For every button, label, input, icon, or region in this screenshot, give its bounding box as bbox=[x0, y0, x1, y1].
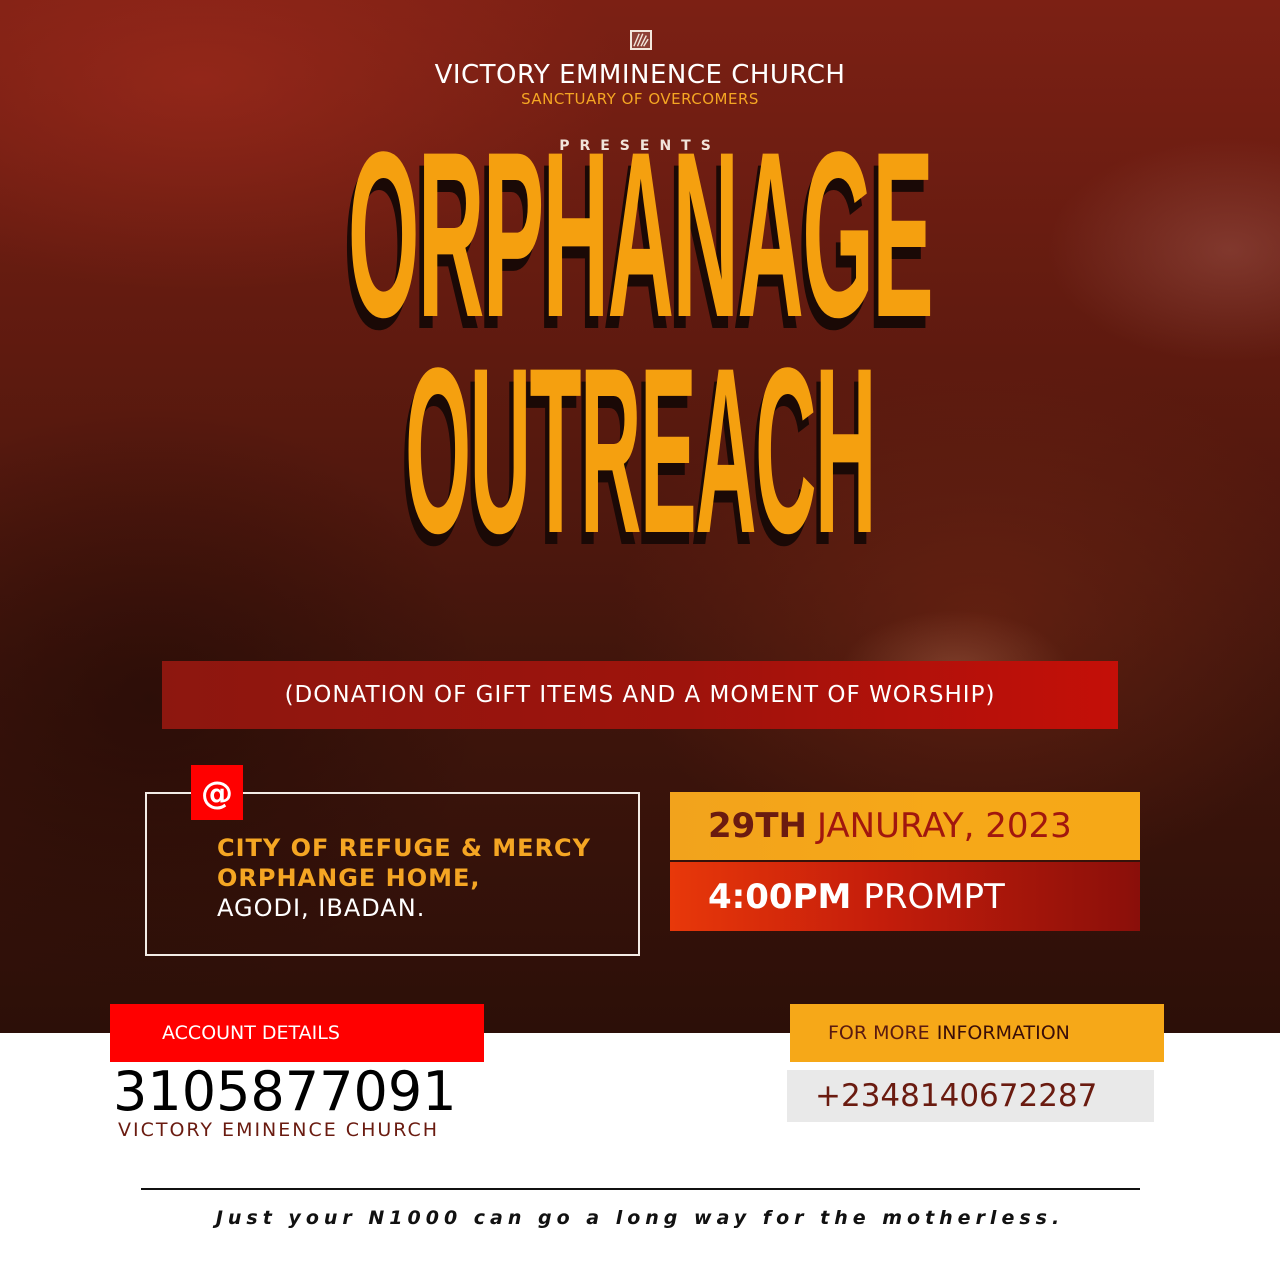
account-details-label: ACCOUNT DETAILS bbox=[110, 1004, 484, 1062]
venue-line-2: ORPHANGE HOME, bbox=[217, 864, 481, 892]
more-information-label: FOR MORE INFORMATION bbox=[790, 1004, 1164, 1062]
church-logo-icon bbox=[630, 30, 652, 50]
event-time-value: 4:00PM bbox=[708, 876, 852, 917]
event-date: 29TH JANURAY, 2023 bbox=[670, 792, 1140, 860]
event-time: 4:00PM PROMPT bbox=[670, 862, 1140, 931]
account-number: 3105877091 bbox=[113, 1060, 457, 1123]
church-logo-graphic bbox=[633, 33, 649, 47]
more-information-label-part1: FOR MORE bbox=[828, 1022, 930, 1044]
venue-line-1: CITY OF REFUGE & MERCY bbox=[217, 834, 592, 862]
event-subtitle-band: (DONATION OF GIFT ITEMS AND A MOMENT OF … bbox=[162, 661, 1118, 729]
flyer: VICTORY EMMINENCE CHURCH SANCTUARY OF OV… bbox=[0, 0, 1280, 1280]
event-subtitle: (DONATION OF GIFT ITEMS AND A MOMENT OF … bbox=[284, 682, 996, 708]
venue-line-3: AGODI, IBADAN. bbox=[217, 894, 426, 922]
event-date-day: 29TH bbox=[708, 806, 807, 846]
church-name: VICTORY EMMINENCE CHURCH bbox=[434, 60, 846, 90]
contact-phone: +2348140672287 bbox=[787, 1070, 1154, 1122]
event-title-line-2: OUTREACH bbox=[405, 320, 876, 584]
footer-divider bbox=[141, 1188, 1140, 1190]
more-information-label-part2: INFORMATION bbox=[936, 1022, 1070, 1044]
event-time-note: PROMPT bbox=[863, 876, 1005, 917]
at-icon: @ bbox=[191, 765, 243, 820]
event-date-month-year: JANURAY, 2023 bbox=[816, 806, 1072, 846]
account-name: VICTORY EMINENCE CHURCH bbox=[118, 1119, 440, 1141]
footer-tagline: Just your N1000 can go a long way for th… bbox=[215, 1207, 1065, 1229]
